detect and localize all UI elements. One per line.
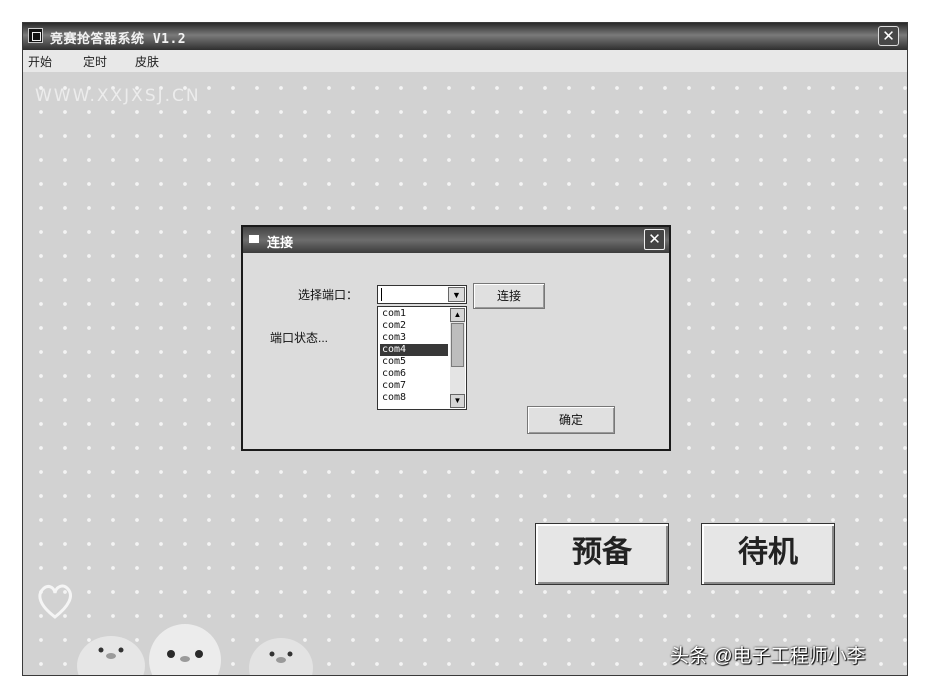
list-item[interactable]: com1 bbox=[380, 308, 448, 320]
chick-icon bbox=[249, 638, 313, 675]
menu-item-start[interactable]: 开始 bbox=[28, 53, 52, 70]
connect-dialog: 连接 ✕ 选择端口： 端口状态... ▼ 连接 com1 com2 com3 c… bbox=[241, 225, 671, 451]
list-item-selected[interactable]: com4 bbox=[380, 344, 448, 356]
close-icon: ✕ bbox=[648, 231, 661, 248]
close-icon: ✕ bbox=[882, 28, 895, 45]
chick-icon bbox=[149, 624, 221, 675]
port-label: 选择端口： bbox=[298, 288, 359, 302]
main-area: WWW.XXJXSJ.CN 连接 ✕ 选择端口： 端口状态... ▼ 连接 co… bbox=[23, 72, 907, 675]
connect-button[interactable]: 连接 bbox=[473, 283, 545, 309]
standby-button[interactable]: 待机 bbox=[701, 523, 835, 585]
dialog-close-button[interactable]: ✕ bbox=[644, 229, 665, 250]
dialog-title: 连接 bbox=[267, 235, 294, 250]
ready-button[interactable]: 预备 bbox=[535, 523, 669, 585]
menu-item-timer[interactable]: 定时 bbox=[83, 53, 107, 70]
close-button[interactable]: ✕ bbox=[878, 26, 899, 46]
port-options-list[interactable]: com1 com2 com3 com4 com5 com6 com7 com8 … bbox=[377, 306, 467, 410]
title-bar[interactable]: 竞赛抢答器系统 V1.2 ✕ bbox=[23, 23, 907, 50]
list-item[interactable]: com7 bbox=[380, 380, 448, 392]
heart-icon bbox=[38, 584, 72, 619]
menu-item-skin[interactable]: 皮肤 bbox=[135, 53, 159, 70]
scroll-up-icon[interactable]: ▲ bbox=[450, 308, 465, 322]
list-item[interactable]: com3 bbox=[380, 332, 448, 344]
list-item[interactable]: com5 bbox=[380, 356, 448, 368]
port-status-label: 端口状态... bbox=[270, 331, 329, 345]
list-item[interactable]: com6 bbox=[380, 368, 448, 380]
watermark: WWW.XXJXSJ.CN bbox=[35, 86, 201, 106]
menu-bar: 开始 定时 皮肤 bbox=[23, 50, 907, 72]
app-icon bbox=[28, 28, 43, 43]
scroll-thumb[interactable] bbox=[451, 323, 464, 367]
scroll-down-icon[interactable]: ▼ bbox=[450, 394, 465, 408]
app-window: 竞赛抢答器系统 V1.2 ✕ 开始 定时 皮肤 WWW.XXJXSJ.CN 连接… bbox=[22, 22, 908, 676]
window-title: 竞赛抢答器系统 V1.2 bbox=[50, 32, 187, 47]
list-scrollbar[interactable]: ▲ ▼ bbox=[450, 308, 465, 408]
ok-button[interactable]: 确定 bbox=[527, 406, 615, 434]
dialog-title-bar[interactable]: 连接 ✕ bbox=[243, 227, 669, 253]
chick-icon bbox=[77, 636, 145, 675]
text-caret bbox=[381, 288, 382, 301]
credit-watermark: 头条 @电子工程师小李 bbox=[670, 646, 866, 667]
dropdown-arrow-icon[interactable]: ▼ bbox=[448, 287, 465, 302]
list-item[interactable]: com2 bbox=[380, 320, 448, 332]
list-item[interactable]: com8 bbox=[380, 392, 448, 404]
dialog-icon bbox=[249, 235, 259, 243]
port-select[interactable]: ▼ bbox=[377, 285, 467, 304]
